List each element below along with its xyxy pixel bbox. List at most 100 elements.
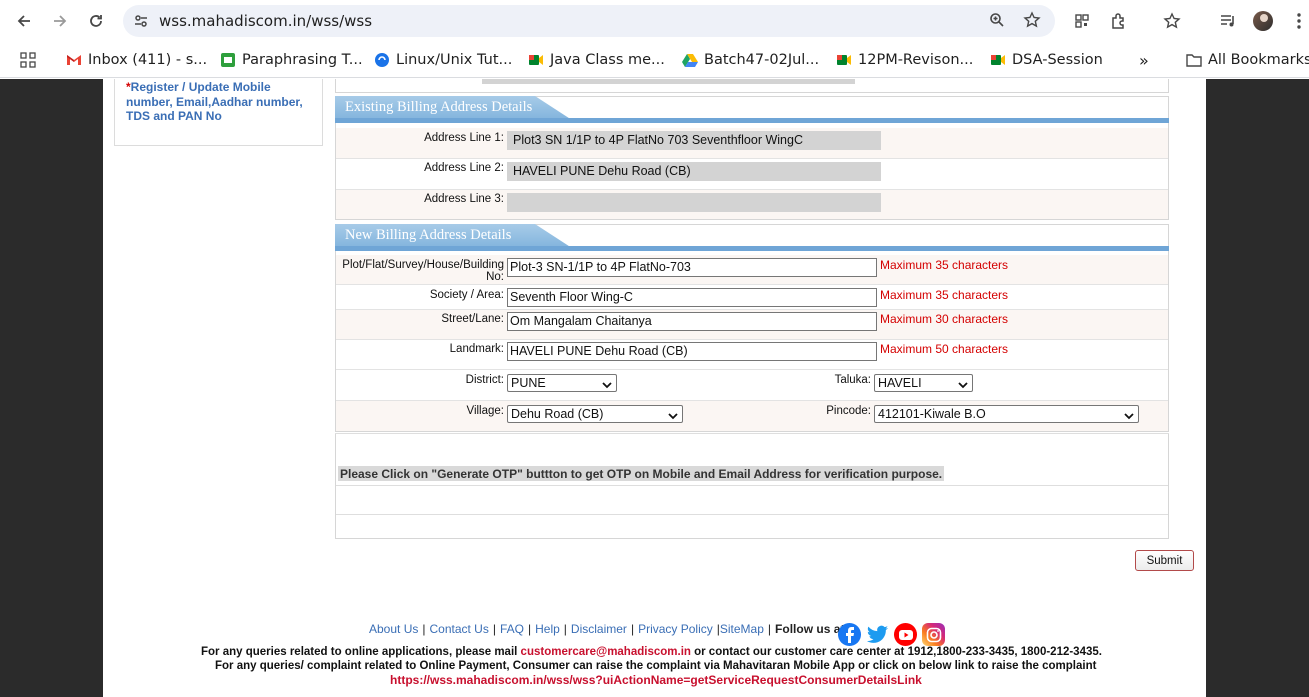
all-bookmarks-button[interactable]: All Bookmarks <box>1186 50 1309 70</box>
chevron-down-icon <box>668 409 678 423</box>
facebook-icon[interactable] <box>838 623 861 646</box>
landmark-input[interactable]: HAVELI PUNE Dehu Road (CB) <box>507 342 877 361</box>
society-row: Society / Area: Seventh Floor Wing-C Max… <box>336 285 1168 310</box>
footer-help[interactable]: Help <box>535 622 560 636</box>
bookmark-star-icon[interactable] <box>1023 11 1041 34</box>
bookmarks-overflow-button[interactable]: » <box>1139 50 1149 70</box>
address-line-2-value: HAVELI PUNE Dehu Road (CB) <box>507 162 881 181</box>
street-label: Street/Lane: <box>441 313 504 325</box>
plot-input[interactable]: Plot-3 SN-1/1P to 4P FlatNo-703 <box>507 258 877 277</box>
reload-icon[interactable] <box>84 9 108 33</box>
register-update-link-text[interactable]: Register / Update Mobile number, Email,A… <box>126 80 303 123</box>
twitter-icon[interactable] <box>866 623 889 646</box>
site-settings-icon[interactable] <box>133 13 149 34</box>
taluka-label: Taluka: <box>834 374 871 386</box>
instagram-icon[interactable] <box>922 623 945 646</box>
pincode-select[interactable]: 412101-Kiwale B.O <box>874 405 1139 423</box>
footer-disclaimer[interactable]: Disclaimer <box>571 622 627 636</box>
existing-row-3: Address Line 3: <box>336 190 1168 219</box>
submit-button[interactable]: Submit <box>1135 550 1194 571</box>
complaint-link[interactable]: https://wss.mahadiscom.in/wss/wss?uiActi… <box>390 673 922 687</box>
bookmarks-bar: Inbox (411) - s... Paraphrasing T... Lin… <box>0 42 1309 78</box>
address-line-2-label: Address Line 2: <box>424 162 504 174</box>
village-pincode-row: Village: Dehu Road (CB) Pincode: 412101-… <box>336 401 1168 431</box>
footer-contact-line: For any queries related to online applic… <box>201 646 1102 658</box>
landmark-hint: Maximum 50 characters <box>880 342 1009 356</box>
chevron-down-icon <box>1124 409 1134 423</box>
taluka-select[interactable]: HAVELI <box>874 374 973 392</box>
footer-complaint-line: For any queries/ complaint related to On… <box>215 660 1097 672</box>
browser-toolbar: wss.mahadiscom.in/wss/wss <box>0 0 1309 42</box>
address-line-3-label: Address Line 3: <box>424 193 504 205</box>
footer-contact-us[interactable]: Contact Us <box>429 622 488 636</box>
existing-address-header: Existing Billing Address Details <box>335 96 1169 126</box>
footer-privacy-policy[interactable]: Privacy Policy <box>638 622 713 636</box>
meet-icon <box>528 52 544 68</box>
existing-row-2: Address Line 2: HAVELI PUNE Dehu Road (C… <box>336 159 1168 190</box>
menu-kebab-icon[interactable] <box>1287 9 1309 33</box>
gmail-icon <box>66 52 82 68</box>
chevron-down-icon <box>602 378 612 392</box>
apps-grid-icon[interactable] <box>20 50 36 70</box>
meet-icon <box>990 52 1006 68</box>
address-bar[interactable]: wss.mahadiscom.in/wss/wss <box>123 5 1055 37</box>
village-label: Village: <box>466 405 504 417</box>
media-controls-icon[interactable] <box>1216 9 1240 33</box>
existing-address-title: Existing Billing Address Details <box>345 99 533 115</box>
register-update-link[interactable]: *Register / Update Mobile number, Email,… <box>126 80 316 124</box>
district-select[interactable]: PUNE <box>507 374 617 392</box>
folder-icon <box>1186 52 1202 68</box>
extensions-icon[interactable] <box>1107 9 1131 33</box>
customer-care-email[interactable]: customercare@mahadiscom.in <box>521 646 691 658</box>
drive-icon <box>682 52 698 68</box>
district-label: District: <box>465 374 504 386</box>
footer-faq[interactable]: FAQ <box>500 622 524 636</box>
plot-hint: Maximum 35 characters <box>880 258 1009 272</box>
youtube-icon[interactable] <box>894 623 917 646</box>
street-hint: Maximum 30 characters <box>880 312 1009 326</box>
zoom-icon[interactable] <box>989 12 1005 33</box>
society-label: Society / Area: <box>429 289 504 301</box>
back-icon[interactable] <box>12 9 36 33</box>
bookmark-inbox[interactable]: Inbox (411) - s... <box>66 50 207 70</box>
bookmark-java-class[interactable]: Java Class me... <box>528 50 665 70</box>
pincode-label: Pincode: <box>826 405 871 417</box>
previous-field-remnant <box>482 79 855 84</box>
society-hint: Maximum 35 characters <box>880 288 1009 302</box>
street-input[interactable]: Om Mangalam Chaitanya <box>507 312 877 331</box>
forward-icon[interactable] <box>48 9 72 33</box>
district-taluka-row: District: PUNE Taluka: HAVELI <box>336 370 1168 401</box>
address-line-1-value: Plot3 SN 1/1P to 4P FlatNo 703 Seventhfl… <box>507 131 881 150</box>
address-line-1-label: Address Line 1: <box>424 132 504 144</box>
url-text[interactable]: wss.mahadiscom.in/wss/wss <box>159 12 372 30</box>
divider <box>336 514 1168 515</box>
new-address-header: New Billing Address Details <box>335 224 1169 254</box>
meet-icon <box>836 52 852 68</box>
bookmark-12pm-revison[interactable]: 12PM-Revison... <box>836 50 973 70</box>
qr-code-icon[interactable] <box>1070 9 1094 33</box>
bookmarks-star-icon[interactable] <box>1160 9 1184 33</box>
new-address-title: New Billing Address Details <box>345 227 512 243</box>
plot-label: Plot/Flat/Survey/House/Building No: <box>342 259 504 283</box>
existing-row-1: Address Line 1: Plot3 SN 1/1P to 4P Flat… <box>336 128 1168 159</box>
otp-instruction: Please Click on "Generate OTP" buttton t… <box>338 466 945 481</box>
profile-avatar[interactable] <box>1253 11 1273 31</box>
footer-about-us[interactable]: About Us <box>369 622 418 636</box>
footer-links: About Us | Contact Us | FAQ | Help | Disclai… <box>369 622 849 636</box>
divider <box>335 433 1169 434</box>
plot-row: Plot/Flat/Survey/House/Building No: Plot… <box>336 255 1168 285</box>
street-row: Street/Lane: Om Mangalam Chaitanya Maxim… <box>336 310 1168 340</box>
bookmark-linux[interactable]: Linux/Unix Tut... <box>374 50 512 70</box>
village-select[interactable]: Dehu Road (CB) <box>507 405 683 423</box>
green-app-icon <box>220 52 236 68</box>
header-bar <box>335 246 1169 251</box>
bookmark-batch47[interactable]: Batch47-02Jul... <box>682 50 819 70</box>
bookmark-paraphrasing[interactable]: Paraphrasing T... <box>220 50 363 70</box>
divider <box>336 485 1168 486</box>
otp-section <box>335 433 1169 539</box>
landmark-row: Landmark: HAVELI PUNE Dehu Road (CB) Max… <box>336 340 1168 370</box>
footer-sitemap[interactable]: SiteMap <box>720 622 764 636</box>
society-input[interactable]: Seventh Floor Wing-C <box>507 288 877 307</box>
bookmark-dsa-session[interactable]: DSA-Session <box>990 50 1103 70</box>
header-bar <box>335 118 1169 123</box>
